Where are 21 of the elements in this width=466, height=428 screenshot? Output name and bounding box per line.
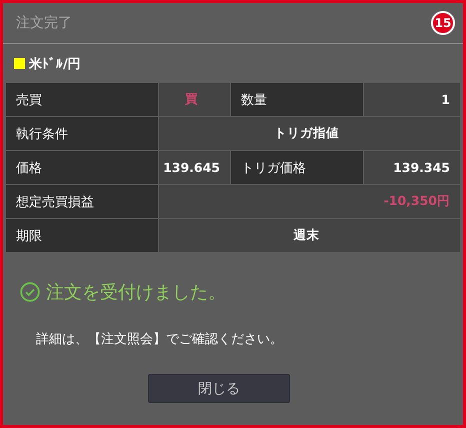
field-value: 1 — [364, 83, 460, 116]
field-label: 期限 — [6, 219, 158, 252]
field-label: 数量 — [231, 83, 363, 116]
field-value: 139.345 — [364, 151, 460, 184]
check-circle-icon — [20, 282, 40, 302]
dialog-title: 注文完了 — [16, 14, 72, 32]
field-label: 価格 — [6, 151, 158, 184]
field-label: 執行条件 — [6, 117, 158, 150]
success-message: 注文を受付けました。 — [46, 281, 226, 304]
currency-pair: 米ﾄﾞﾙ/円 — [29, 56, 81, 72]
close-button[interactable]: 閉じる — [148, 374, 290, 403]
field-value: 買 — [159, 83, 230, 116]
field-value: トリガ指値 — [159, 117, 460, 150]
detail-text: 詳細は、【注文照会】でご確認ください。 — [35, 331, 284, 348]
field-value: 139.645 — [159, 151, 230, 184]
field-value: 週末 — [159, 219, 460, 252]
field-label: 想定売買損益 — [6, 185, 158, 218]
field-label: トリガ価格 — [231, 151, 363, 184]
field-label: 売買 — [6, 83, 158, 116]
count-badge: 15 — [431, 11, 455, 35]
field-value: -10,350円 — [159, 185, 460, 218]
